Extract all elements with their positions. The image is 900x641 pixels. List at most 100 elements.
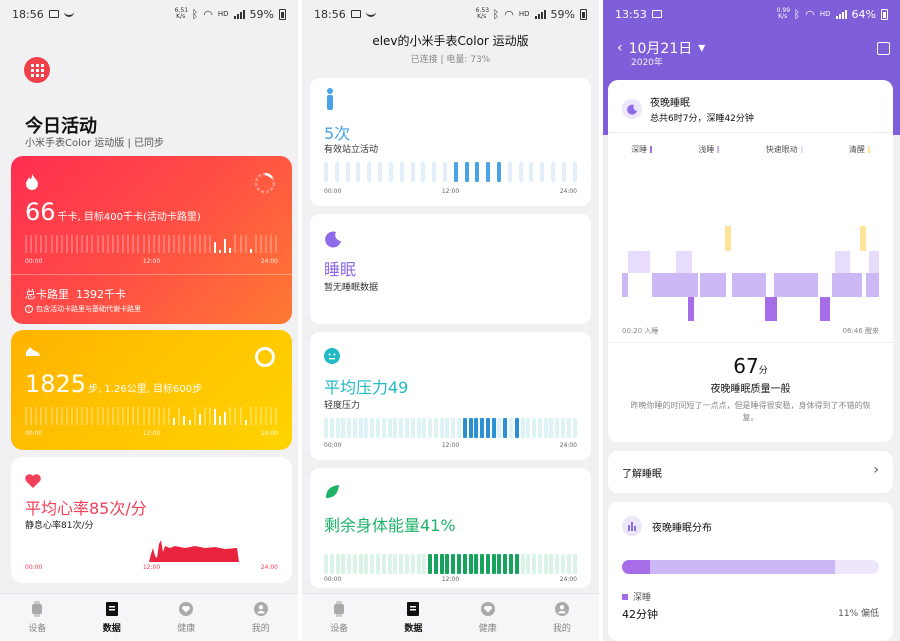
device-status: 已连接 | 电量: 73% [410,55,491,65]
axis-mid: 12:00 [142,258,161,265]
steps-card[interactable]: 1825 步, 1.26公里, 目标600步 00:00 12:00 24:00 [11,330,292,450]
signal-icon [534,9,546,19]
bar [275,407,278,425]
bar [561,554,566,574]
bar [529,162,534,182]
bar [224,238,227,253]
bar [178,407,181,425]
bar [451,418,456,438]
bar [468,418,473,438]
bar [561,418,566,438]
back-chevron-icon[interactable]: ‹ [617,40,623,56]
bar [422,554,427,574]
energy-card[interactable]: 剩余身体能量41% 00:00 12:00 24:00 [310,468,591,588]
bar [540,162,545,182]
bar [208,407,211,425]
signal-icon [233,9,245,19]
status-bar: 18:56 6.53 K/s ᛒ ◠ HD 59% [302,0,599,28]
sleep-start: 00:20 入睡 [622,327,659,335]
bar [168,235,171,253]
net-speed: 6.51 K/s [174,7,189,20]
stage-deep [765,297,777,321]
bar [244,235,247,253]
calendar-icon[interactable] [877,42,890,55]
stage-rem [628,251,650,273]
bar [509,418,513,438]
bar [378,162,383,182]
bar [239,235,242,253]
tab-data[interactable]: 数据 [87,601,137,634]
stress-card[interactable]: 平均压力49 轻度压力 00:00 12:00 24:00 [310,332,591,460]
stand-value: 5次 [324,124,351,143]
learn-sleep-row[interactable]: 了解睡眠 › [608,451,893,493]
stress-value: 平均压力49 [324,378,409,397]
energy-value: 剩余身体能量41% [324,516,456,535]
tab-health[interactable]: 健康 [463,601,513,634]
tab-device[interactable]: 设备 [12,601,62,634]
bar [270,407,273,425]
bar [572,162,577,182]
tab-device[interactable]: 设备 [314,601,364,634]
stand-card[interactable]: 5次 有效站立活动 00:00 12:00 24:00 [310,78,591,206]
bar [50,407,53,425]
bar [30,235,33,253]
bar [532,554,537,574]
stress-axis: 00:00 12:00 24:00 [324,442,577,449]
axis-end: 24:00 [559,576,577,583]
bar [270,235,273,253]
tab-health[interactable]: 健康 [161,601,211,634]
bar [116,235,119,253]
bar [387,418,392,438]
bar [178,235,181,253]
bar [116,407,119,425]
bar [101,235,104,253]
bar [410,554,415,574]
stand-person-icon [327,88,333,110]
menu-grid-button[interactable] [24,57,50,83]
axis-start: 00:00 [324,576,342,583]
bottom-tab-bar: 设备 数据 健康 我的 [302,593,599,641]
bar [91,407,94,425]
stage-light [732,273,766,297]
bar [543,418,548,438]
stage-light [700,273,726,297]
bar [520,554,525,574]
bar [526,554,531,574]
bar [433,554,438,574]
axis-end: 24:00 [559,188,577,195]
stage-light [622,273,628,297]
data-icon [105,602,118,616]
deep-label: 深睡 [633,593,652,603]
axis-start: 00:00 [25,430,43,437]
bar [132,407,135,425]
bar [432,162,437,182]
bottom-tab-bar: 设备 数据 健康 我的 [0,593,298,641]
bar [152,235,155,253]
axis-end: 24:00 [260,564,278,571]
deep-sleep-legend: 深睡 [622,590,651,603]
bar [60,235,63,253]
calories-unit: 千卡, 目标400千卡(活动卡路里) [57,212,201,223]
bar [555,418,560,438]
tab-data[interactable]: 数据 [388,601,438,634]
heart-rate-card[interactable]: 平均心率85次/分 静息心率81次/分 00:00 12:00 24:00 [11,457,292,583]
stage-deep [820,297,830,321]
sleep-distribution-card: 夜晚睡眠分布 深睡 42分钟 11% 偏低 [608,502,893,641]
bar [462,418,467,438]
calories-note-text: 包含活动卡路里与基础代谢卡路里 [36,305,141,313]
bar [65,407,68,425]
bar [520,418,525,438]
legend-light: 浅睡 [698,144,719,155]
sleep-score-value: 67 [733,354,759,378]
bar [453,162,458,182]
tab-me[interactable]: 我的 [236,601,286,634]
tab-me[interactable]: 我的 [537,601,587,634]
bar [193,235,196,253]
bar [208,235,211,253]
axis-start: 00:00 [25,258,43,265]
sleep-card[interactable]: 睡眠 暂无睡眠数据 [310,214,591,324]
bar [101,407,104,425]
bar [356,162,361,182]
bar [514,554,519,574]
calories-card[interactable]: 66 千卡, 目标400千卡(活动卡路里) 00:00 12:00 24:00 总卡路… [11,156,292,324]
